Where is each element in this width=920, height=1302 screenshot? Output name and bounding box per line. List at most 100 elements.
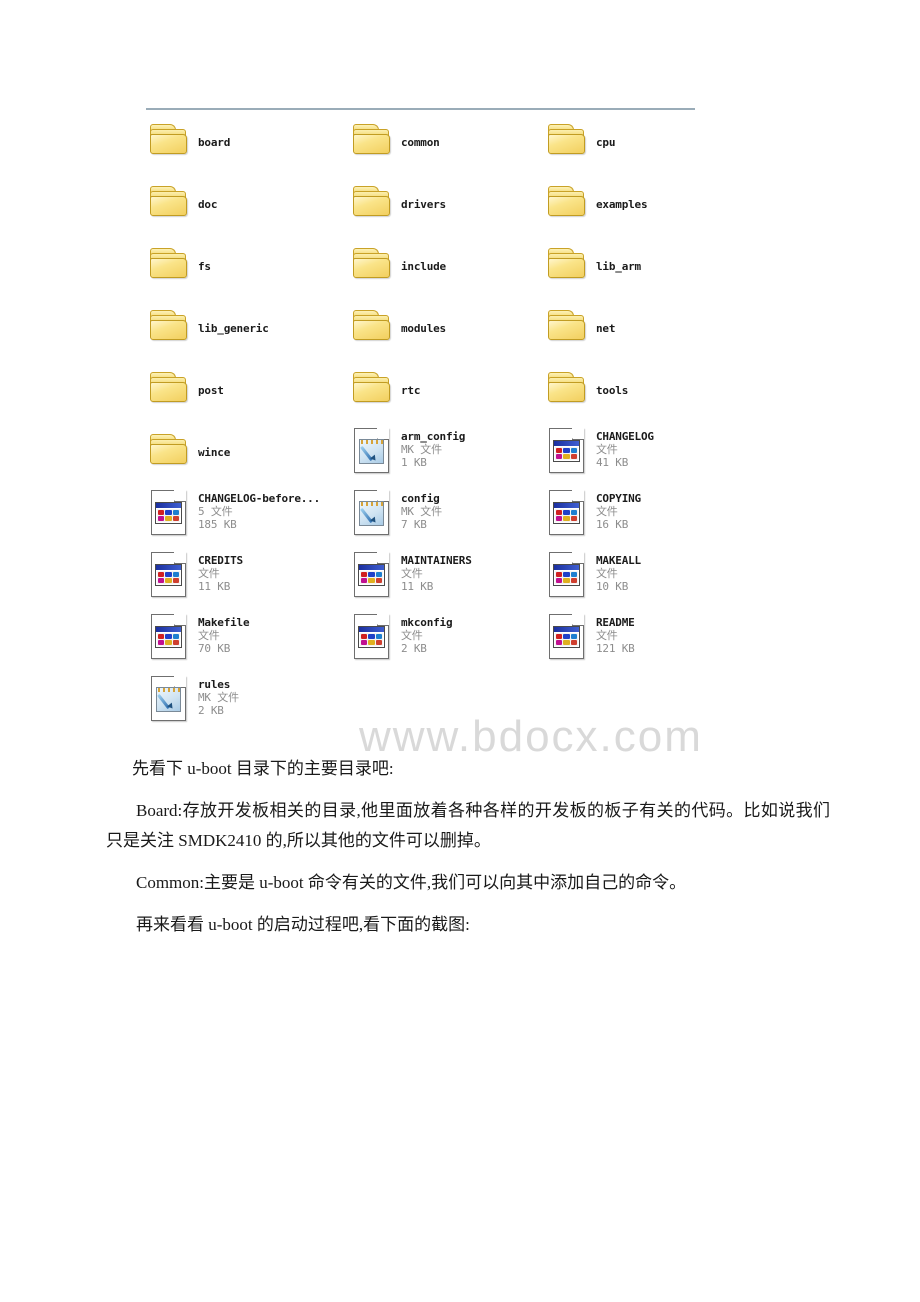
explorer-item[interactable]: cpu <box>546 118 615 168</box>
explorer-item[interactable]: lib_generic <box>148 304 269 354</box>
generic-file-icon-art <box>151 613 186 659</box>
explorer-item[interactable]: Makefile 文件 70 KB <box>148 613 250 664</box>
folder-icon <box>351 366 393 416</box>
explorer-item-text: lib_arm <box>588 242 641 273</box>
folder-icon-art <box>548 372 586 403</box>
explorer-item-type: 文件 <box>198 567 220 580</box>
folder-icon-art <box>353 124 391 155</box>
folder-icon <box>148 118 190 168</box>
explorer-item-name: drivers <box>401 198 446 211</box>
explorer-item-name: post <box>198 384 224 397</box>
explorer-item[interactable]: CHANGELOG-before... 5 文件 185 KB <box>148 489 320 540</box>
folder-icon <box>148 180 190 230</box>
generic-file-icon-art <box>549 551 584 597</box>
explorer-item[interactable]: lib_arm <box>546 242 641 292</box>
explorer-item[interactable]: post <box>148 366 224 416</box>
generic-file-icon-art <box>549 613 584 659</box>
folder-icon-art <box>548 310 586 341</box>
explorer-item[interactable]: config MK 文件 7 KB <box>351 489 442 540</box>
mk-file-icon-art <box>354 427 389 473</box>
explorer-item[interactable]: rtc <box>351 366 420 416</box>
explorer-item-name: mkconfig <box>401 616 453 629</box>
explorer-item[interactable]: rules MK 文件 2 KB <box>148 675 239 726</box>
folder-icon <box>148 366 190 416</box>
explorer-item-name: wince <box>198 446 231 459</box>
explorer-item-text: CHANGELOG 文件 41 KB <box>588 428 654 469</box>
explorer-item-text: COPYING 文件 16 KB <box>588 490 641 531</box>
explorer-capture: board common cpu doc drivers examples fs includ… <box>146 108 701 761</box>
explorer-item-text: tools <box>588 366 628 397</box>
explorer-item-text: include <box>393 242 446 273</box>
explorer-item[interactable]: CHANGELOG 文件 41 KB <box>546 427 654 478</box>
folder-icon <box>351 180 393 230</box>
generic-file-icon-art <box>354 551 389 597</box>
explorer-item-text: rules MK 文件 2 KB <box>190 676 239 717</box>
mk-file-icon <box>351 427 393 478</box>
explorer-item-size: 16 KB <box>596 518 629 531</box>
generic-file-icon <box>546 613 588 664</box>
generic-file-icon <box>351 613 393 664</box>
paragraph-next: 再来看看 u-boot 的启动过程吧,看下面的截图: <box>136 915 470 934</box>
generic-file-icon <box>351 551 393 602</box>
folder-icon <box>546 304 588 354</box>
explorer-item[interactable]: wince <box>148 428 230 478</box>
generic-file-icon-art <box>354 613 389 659</box>
explorer-item-text: modules <box>393 304 446 335</box>
folder-icon-art <box>150 434 188 465</box>
explorer-item-name: config <box>401 492 440 505</box>
explorer-item-name: board <box>198 136 231 149</box>
explorer-item-type: 文件 <box>596 505 618 518</box>
explorer-item-type: 文件 <box>198 629 220 642</box>
explorer-item[interactable]: COPYING 文件 16 KB <box>546 489 641 540</box>
explorer-item[interactable]: include <box>351 242 446 292</box>
explorer-item[interactable]: MAINTAINERS 文件 11 KB <box>351 551 472 602</box>
explorer-item[interactable]: mkconfig 文件 2 KB <box>351 613 453 664</box>
explorer-item-text: CHANGELOG-before... 5 文件 185 KB <box>190 490 320 531</box>
folder-icon-art <box>150 186 188 217</box>
folder-icon-art <box>150 310 188 341</box>
explorer-item[interactable]: drivers <box>351 180 446 230</box>
generic-file-icon <box>546 551 588 602</box>
generic-file-icon <box>148 613 190 664</box>
explorer-item[interactable]: common <box>351 118 440 168</box>
explorer-item-name: include <box>401 260 446 273</box>
explorer-item-name: Makefile <box>198 616 250 629</box>
explorer-item[interactable]: examples <box>546 180 648 230</box>
folder-icon-art <box>353 310 391 341</box>
explorer-item[interactable]: CREDITS 文件 11 KB <box>148 551 243 602</box>
explorer-item-text: config MK 文件 7 KB <box>393 490 442 531</box>
mk-file-icon-art <box>354 489 389 535</box>
folder-icon <box>351 242 393 292</box>
explorer-item-name: arm_config <box>401 430 466 443</box>
explorer-item-name: CREDITS <box>198 554 243 567</box>
explorer-item[interactable]: arm_config MK 文件 1 KB <box>351 427 466 478</box>
explorer-item-type: 文件 <box>596 567 618 580</box>
explorer-item[interactable]: net <box>546 304 615 354</box>
explorer-item[interactable]: fs <box>148 242 211 292</box>
explorer-item-text: MAINTAINERS 文件 11 KB <box>393 552 472 593</box>
explorer-top-divider <box>146 108 695 110</box>
explorer-item-name: MAINTAINERS <box>401 554 472 567</box>
explorer-item-size: 2 KB <box>401 642 427 655</box>
generic-file-icon-art <box>151 489 186 535</box>
folder-icon <box>148 428 190 478</box>
explorer-item-size: 7 KB <box>401 518 427 531</box>
explorer-item-text: net <box>588 304 615 335</box>
explorer-item-size: 11 KB <box>401 580 434 593</box>
explorer-item-size: 2 KB <box>198 704 224 717</box>
explorer-item[interactable]: modules <box>351 304 446 354</box>
explorer-item[interactable]: MAKEALL 文件 10 KB <box>546 551 641 602</box>
explorer-item[interactable]: tools <box>546 366 628 416</box>
folder-icon-art <box>150 372 188 403</box>
explorer-item-name: lib_generic <box>198 322 269 335</box>
folder-icon-art <box>353 186 391 217</box>
explorer-item-type: 文件 <box>596 629 618 642</box>
folder-icon <box>546 180 588 230</box>
folder-icon <box>546 242 588 292</box>
explorer-item[interactable]: README 文件 121 KB <box>546 613 635 664</box>
explorer-item[interactable]: board <box>148 118 230 168</box>
explorer-item-text: rtc <box>393 366 420 397</box>
explorer-item[interactable]: doc <box>148 180 217 230</box>
explorer-item-name: cpu <box>596 136 616 149</box>
mk-file-icon-art <box>151 675 186 721</box>
